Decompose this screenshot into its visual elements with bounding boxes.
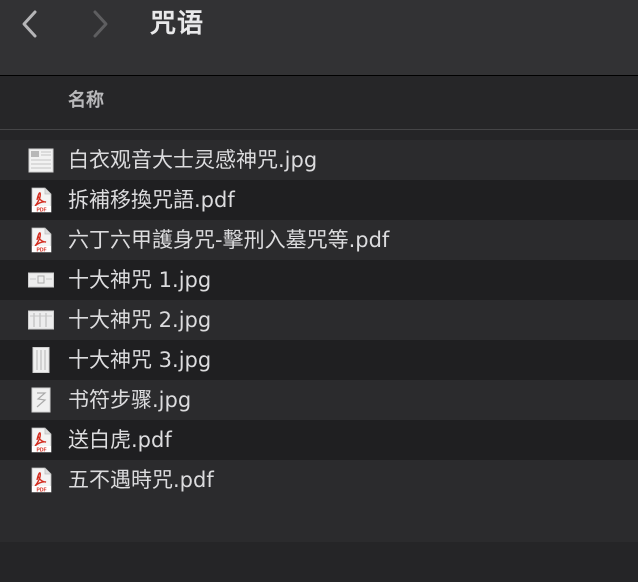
pdf-icon: PDF <box>31 467 52 493</box>
file-name: 五不遇時咒.pdf <box>68 468 214 492</box>
empty-row <box>0 500 638 542</box>
empty-area <box>0 542 638 582</box>
file-row[interactable]: PDF 拆補移換咒語.pdf <box>0 180 638 220</box>
image-thumbnail-icon <box>31 387 51 413</box>
file-row[interactable]: PDF 五不遇時咒.pdf <box>0 460 638 500</box>
forward-button[interactable] <box>82 6 118 42</box>
file-row[interactable]: 白衣观音大士灵感神咒.jpg <box>0 140 638 180</box>
file-row[interactable]: 十大神咒 2.jpg <box>0 300 638 340</box>
image-thumbnail-icon <box>28 272 54 288</box>
pdf-badge-label: PDF <box>37 447 47 453</box>
image-thumbnail-icon <box>28 310 54 330</box>
file-name: 十大神咒 1.jpg <box>68 268 212 292</box>
pdf-badge-label: PDF <box>37 247 47 253</box>
pdf-icon: PDF <box>31 227 52 253</box>
file-row[interactable]: PDF 送白虎.pdf <box>0 420 638 460</box>
file-row[interactable]: 十大神咒 3.jpg <box>0 340 638 380</box>
file-row[interactable]: PDF 六丁六甲護身咒-擊刑入墓咒等.pdf <box>0 220 638 260</box>
image-thumbnail-icon <box>32 347 50 373</box>
image-thumbnail-icon <box>28 148 54 173</box>
file-name: 十大神咒 3.jpg <box>68 348 212 372</box>
window-title: 咒语 <box>150 9 205 39</box>
file-name: 六丁六甲護身咒-擊刑入墓咒等.pdf <box>68 228 390 252</box>
file-name: 书符步骤.jpg <box>68 388 192 412</box>
pdf-icon: PDF <box>31 427 52 453</box>
chevron-left-icon <box>22 10 37 38</box>
toolbar: 咒语 <box>0 0 638 76</box>
column-header: 名称 <box>0 76 638 130</box>
file-name: 白衣观音大士灵感神咒.jpg <box>68 148 318 172</box>
file-name: 送白虎.pdf <box>68 428 172 452</box>
file-row[interactable]: 书符步骤.jpg <box>0 380 638 420</box>
file-list: 白衣观音大士灵感神咒.jpg PDF 拆補移換咒語.pdf PDF 六丁六甲護身咒-擊刑… <box>0 140 638 500</box>
pdf-icon: PDF <box>31 187 52 213</box>
finder-window: 咒语 名称 白衣观音大士灵感神咒.jpg PDF 拆補移換咒語.pdf PDF 六丁六甲… <box>0 0 638 582</box>
chevron-right-icon <box>93 10 108 38</box>
file-name: 拆補移換咒語.pdf <box>68 188 235 212</box>
name-column-header[interactable]: 名称 <box>68 86 104 116</box>
pdf-badge-label: PDF <box>37 207 47 213</box>
pdf-badge-label: PDF <box>37 487 47 493</box>
back-button[interactable] <box>12 6 48 42</box>
file-name: 十大神咒 2.jpg <box>68 308 212 332</box>
file-row[interactable]: 十大神咒 1.jpg <box>0 260 638 300</box>
